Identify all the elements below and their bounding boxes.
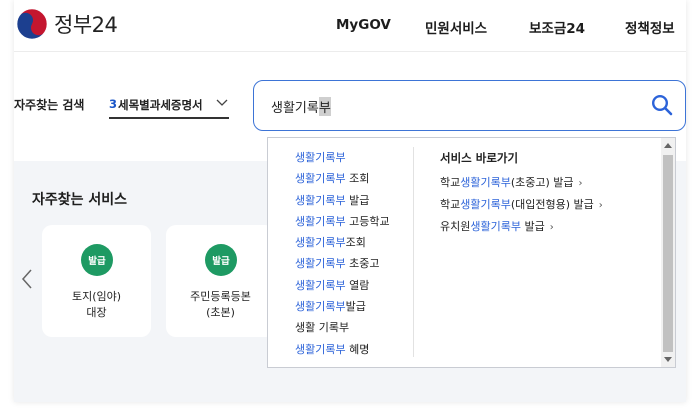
service-shortcut-list: 학교생활기록부(초중고) 발급 › 학교생활기록부(대입전형용) 발급 › 유치원생… [440, 172, 603, 238]
keyword-text: 세목별과세증명서 [118, 98, 203, 112]
page: 정부24 MyGOV 민원서비스 보조금24 정책정보 자주찾는 검색 3 세목… [14, 0, 686, 402]
frequent-services-title: 자주찾는 서비스 [32, 192, 128, 208]
logo[interactable]: 정부24 [16, 8, 118, 40]
taegeuk-logo-icon [16, 8, 48, 40]
service-card-land-register[interactable]: 발급 토지(임야) 대장 [42, 225, 151, 337]
suggestion-item[interactable]: 생활기록부 초중고 [295, 253, 413, 274]
suggestion-item[interactable]: 생활기록부 열람 [295, 275, 413, 296]
suggestion-list: 생활기록부 생활기록부 조회 생활기록부 발급 생활기록부 고등학교 생활기록부… [295, 147, 413, 360]
site-header: 정부24 MyGOV 민원서비스 보조금24 정책정보 [14, 0, 686, 52]
suggestion-item[interactable]: 생활기록부 [295, 147, 413, 168]
nav-mygov[interactable]: MyGOV [336, 17, 391, 33]
service-shortcut-title: 서비스 바로가기 [440, 151, 519, 165]
suggestion-item[interactable]: 생활기록부 혜명 [295, 339, 413, 360]
nav-subsidy24[interactable]: 보조금24 [529, 17, 585, 37]
quick-search-label: 자주찾는 검색 [14, 98, 85, 112]
dropdown-scrollbar[interactable] [661, 138, 675, 367]
search-icon[interactable] [651, 94, 673, 116]
nav-civil-service[interactable]: 민원서비스 [425, 17, 487, 37]
chevron-down-icon [216, 99, 228, 106]
service-shortcut-link[interactable]: 학교생활기록부(초중고) 발급 › [440, 172, 603, 194]
nav-policy-info[interactable]: 정책정보 [625, 17, 675, 37]
chevron-left-icon[interactable] [20, 267, 34, 291]
service-card-label: 토지(임야) 대장 [71, 290, 122, 319]
suggestion-item[interactable]: 생활 기록부 [295, 317, 413, 338]
chevron-right-icon: › [598, 200, 603, 211]
text-cursor: 부 [318, 97, 331, 116]
suggestion-item[interactable]: 생활기록부발급 [295, 296, 413, 317]
scrollbar-thumb[interactable] [663, 155, 673, 352]
suggestion-item[interactable]: 생활기록부 고등학교 [295, 211, 413, 232]
chevron-right-icon: › [578, 178, 583, 189]
service-card-resident-register[interactable]: 발급 주민등록등본 (초본) [166, 225, 275, 337]
autocomplete-dropdown: 생활기록부 생활기록부 조회 생활기록부 발급 생활기록부 고등학교 생활기록부… [267, 137, 676, 368]
service-shortcut-link[interactable]: 유치원생활기록부 발급 › [440, 216, 603, 238]
logo-text: 정부24 [54, 13, 118, 37]
dropdown-divider [413, 147, 414, 357]
suggestion-item[interactable]: 생활기록부 발급 [295, 190, 413, 211]
search-input[interactable]: 생활기록부 [253, 80, 686, 131]
issue-badge: 발급 [205, 244, 237, 276]
issue-badge: 발급 [81, 244, 113, 276]
service-card-label: 주민등록등본 (초본) [190, 290, 251, 319]
suggestion-item[interactable]: 생활기록부 조회 [295, 168, 413, 189]
scroll-down-arrow-icon[interactable] [664, 357, 672, 362]
search-input-value: 생활기록부 [271, 97, 331, 116]
service-shortcut-link[interactable]: 학교생활기록부(대입전형용) 발급 › [440, 194, 603, 216]
chevron-right-icon: › [549, 222, 554, 233]
popular-keyword-select[interactable]: 3 세목별과세증명서 [109, 91, 229, 119]
suggestion-item[interactable]: 생활기록부조회 [295, 232, 413, 253]
scroll-up-arrow-icon[interactable] [664, 143, 672, 148]
keyword-rank: 3 [109, 97, 118, 111]
